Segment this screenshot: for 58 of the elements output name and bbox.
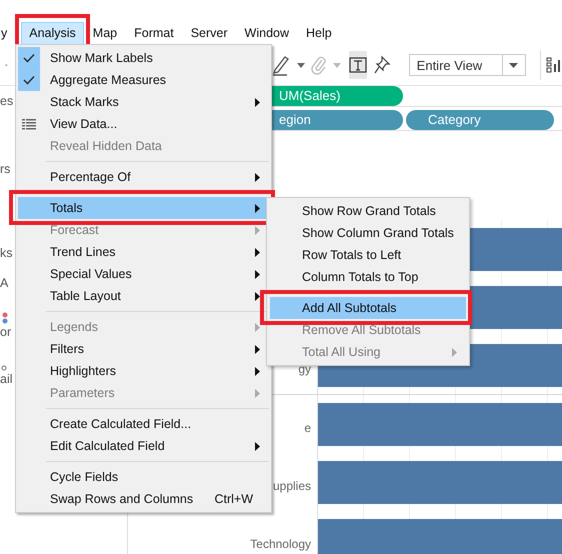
submenu-arrow-icon (452, 348, 457, 356)
submenu-arrow-icon (255, 442, 260, 450)
text-label-button[interactable] (348, 51, 367, 79)
menu-bar-item[interactable]: Format (126, 22, 182, 44)
menu-bar-item[interactable]: Map (84, 22, 126, 44)
panel-label: A (0, 276, 8, 290)
submenu-arrow-icon (255, 388, 260, 398)
row-label: upplies (272, 479, 311, 493)
menu-item[interactable]: Filters (18, 338, 269, 360)
paperclip-icon[interactable] (310, 55, 327, 75)
panel-label: ail (0, 372, 13, 386)
menu-item[interactable]: Create Calculated Field... (18, 413, 269, 435)
pin-icon[interactable] (372, 55, 391, 75)
menu-item[interactable]: Column Totals to Top (270, 266, 466, 288)
submenu-arrow-icon (255, 98, 260, 106)
submenu-arrow-icon (255, 172, 260, 182)
row-label: Technology (250, 537, 311, 551)
submenu-arrow-icon (255, 366, 260, 376)
color-dots-icon (1, 312, 9, 324)
submenu-arrow-icon (255, 270, 260, 278)
caret-icon[interactable] (296, 62, 305, 68)
menu-item[interactable]: Special Values (18, 263, 269, 285)
table-icon (22, 118, 36, 130)
fit-dropdown[interactable]: Entire View (408, 54, 526, 76)
menu-item[interactable]: Table Layout (18, 285, 269, 307)
menu-item[interactable]: Percentage Of (18, 166, 269, 188)
menu-bar-item[interactable]: Server (182, 22, 236, 44)
menu-item[interactable]: Show Mark Labels (18, 47, 269, 69)
menu-item[interactable]: Swap Rows and Columns Ctrl+W (18, 488, 269, 510)
panel-label: es (0, 94, 14, 108)
row-label: e (304, 421, 311, 435)
submenu-arrow-icon (255, 344, 260, 354)
menu-bar-item[interactable]: y (0, 22, 16, 44)
menu-item[interactable]: Cycle Fields (18, 466, 269, 488)
submenu-arrow-icon (255, 322, 260, 332)
menu-item[interactable]: Show Column Grand Totals (270, 222, 466, 244)
row-label: gy (298, 362, 311, 376)
submenu-arrow-icon (255, 204, 260, 212)
detail-icon (1, 365, 7, 371)
submenu-arrow-icon (255, 248, 260, 256)
menu-bar-item[interactable]: Window (236, 22, 298, 44)
submenu-arrow-icon (255, 226, 260, 234)
panel-label: ks (0, 246, 12, 260)
menu-item[interactable]: Highlighters (18, 360, 269, 382)
panel-label: or (0, 325, 12, 339)
chart-icon[interactable] (546, 56, 562, 74)
menu-bar-item[interactable]: Analysis (21, 22, 84, 44)
menu-item[interactable]: Trend Lines (18, 241, 269, 263)
submenu-arrow-icon (255, 292, 260, 300)
menu-item[interactable]: Add All Subtotals (270, 297, 466, 319)
menu-item[interactable]: Row Totals to Left (270, 244, 466, 266)
panel-label: rs (0, 162, 10, 176)
menu-item[interactable]: Show Row Grand Totals (270, 200, 466, 222)
menu-item[interactable]: Totals (18, 197, 269, 219)
menu-item[interactable]: Edit Calculated Field (18, 435, 269, 457)
menu-bar-item[interactable]: Help (298, 22, 340, 44)
caret-icon (509, 62, 518, 68)
pen-icon[interactable] (270, 54, 291, 76)
